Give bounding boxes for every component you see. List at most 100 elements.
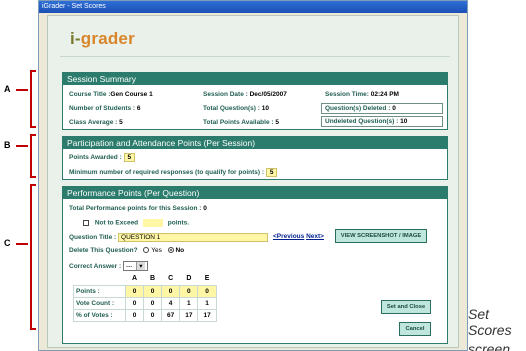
session-date-field: Session Date : Dec/05/2007 <box>203 91 287 98</box>
class-average-value: 5 <box>119 119 123 126</box>
answer-grid: A B C D E Points : 0 0 0 0 0 Vote Count … <box>73 273 217 322</box>
caption-line-2: screen <box>468 341 511 351</box>
divider <box>60 56 450 57</box>
undeleted-label: Undeleted Question(s) : <box>325 118 399 125</box>
points-input[interactable]: 0 <box>179 284 199 298</box>
annotation-b-pointer <box>16 145 28 147</box>
participation-section: Participation and Attendance Points (Per… <box>62 136 448 180</box>
percent-votes-cell: 0 <box>143 308 162 322</box>
set-and-close-button[interactable]: Set and Close <box>381 300 431 314</box>
total-points-value: 5 <box>275 119 279 126</box>
total-performance-value: 0 <box>203 205 207 212</box>
total-questions-label: Total Question(s) : <box>203 105 260 112</box>
delete-question-field: Delete This Question? Yes No <box>69 247 184 254</box>
percent-votes-cell: 67 <box>160 308 181 322</box>
grid-col-header: B <box>149 275 156 283</box>
course-title-field: Course Title :Gen Course 1 <box>69 91 153 98</box>
igrader-logo: i-grader <box>70 29 135 49</box>
vote-count-cell: 0 <box>125 296 144 310</box>
question-title-input[interactable]: QUESTION 1 <box>118 233 269 242</box>
annotation-a: A <box>4 84 11 94</box>
points-awarded-field: Points Awarded : 5 <box>69 153 136 162</box>
no-label: No <box>175 247 185 254</box>
cancel-button[interactable]: Cancel <box>399 322 431 336</box>
num-students-field: Number of Students : 6 <box>69 105 141 112</box>
performance-heading: Performance Points (Per Question) <box>63 187 447 199</box>
vote-count-cell: 1 <box>197 296 217 310</box>
question-title-field: Question Title : QUESTION 1 <box>69 233 269 242</box>
performance-section: Performance Points (Per Question) Total … <box>62 186 448 344</box>
yes-label: Yes <box>151 247 162 254</box>
annotation-c-bracket <box>30 184 36 330</box>
caption: Set Scores screen <box>468 306 526 351</box>
view-screenshot-button[interactable]: VIEW SCREENSHOT / IMAGE <box>335 229 427 243</box>
caption-line-1: Set Scores <box>468 306 512 338</box>
points-awarded-label: Points Awarded : <box>69 154 122 161</box>
grid-col-header: E <box>204 275 210 283</box>
undeleted-value: 10 <box>400 118 408 125</box>
points-input[interactable]: 0 <box>125 284 144 298</box>
session-summary-section: Session Summary Course Title :Gen Course… <box>62 72 448 130</box>
correct-answer-label: Correct Answer : <box>69 263 122 270</box>
total-performance-field: Total Performance points for this Sessio… <box>69 205 207 212</box>
window-titlebar: iGrader - Set Scores <box>39 1 467 13</box>
grid-header-row: A B C D E <box>74 273 217 285</box>
session-time-label: Session Time: <box>325 91 369 98</box>
min-responses-label: Minimum number of required responses (to… <box>69 169 265 176</box>
delete-question-label: Delete This Question? <box>69 247 138 254</box>
points-suffix: points. <box>167 219 190 227</box>
points-input[interactable]: 0 <box>160 284 181 298</box>
total-questions-value: 10 <box>261 105 269 112</box>
session-time-value: 02:24 PM <box>370 91 399 98</box>
total-questions-field: Total Question(s) : 10 <box>203 105 269 112</box>
previous-link[interactable]: <Previous <box>273 233 304 240</box>
window-title: iGrader - Set Scores <box>42 3 106 10</box>
min-responses-input[interactable]: 5 <box>265 168 278 177</box>
vote-count-cell: 0 <box>143 296 162 310</box>
percent-votes-cell: 0 <box>125 308 144 322</box>
correct-answer-select[interactable]: --- ▾ <box>122 261 148 271</box>
questions-deleted-field: Question(s) Deleted : 0 <box>321 103 443 114</box>
class-average-label: Class Average : <box>69 119 118 126</box>
vote-count-cell: 1 <box>179 296 199 310</box>
percent-votes-cell: 17 <box>197 308 217 322</box>
points-row-label: Points : <box>73 284 126 298</box>
vote-count-row: Vote Count : 0 0 4 1 1 <box>73 296 217 310</box>
annotation-c: C <box>4 238 11 248</box>
grid-corner <box>74 273 126 285</box>
points-awarded-input[interactable]: 5 <box>123 153 136 162</box>
undeleted-questions-field: Undeleted Question(s) : 10 <box>321 116 443 127</box>
session-time-field: Session Time: 02:24 PM <box>325 91 399 98</box>
logo-name: grader <box>80 29 135 48</box>
min-responses-field: Minimum number of required responses (to… <box>69 168 278 177</box>
total-points-field: Total Points Available : 5 <box>203 119 279 126</box>
points-input[interactable]: 0 <box>143 284 162 298</box>
percent-votes-row-label: % of Votes : <box>73 308 126 322</box>
correct-answer-value: --- <box>125 263 133 270</box>
correct-answer-field: Correct Answer : --- ▾ <box>69 261 148 271</box>
total-points-label: Total Points Available : <box>203 119 274 126</box>
next-link[interactable]: Next> <box>306 233 324 240</box>
chevron-down-icon: ▾ <box>136 262 145 270</box>
not-exceed-input[interactable] <box>142 219 163 227</box>
not-exceed-checkbox[interactable] <box>83 220 89 226</box>
session-date-label: Session Date : <box>203 91 248 98</box>
not-exceed-label: Not to Exceed <box>94 219 139 227</box>
participation-heading: Participation and Attendance Points (Per… <box>63 137 447 149</box>
logo-prefix: i- <box>70 29 81 48</box>
annotation-c-pointer <box>16 243 28 245</box>
annotation-a-pointer <box>16 89 28 91</box>
grid-col-header: D <box>186 275 192 283</box>
session-summary-heading: Session Summary <box>63 73 447 85</box>
grid-col-header: C <box>168 275 174 283</box>
vote-count-row-label: Vote Count : <box>73 296 126 310</box>
num-students-value: 6 <box>136 105 141 112</box>
num-students-label: Number of Students : <box>69 105 136 112</box>
points-input[interactable]: 0 <box>197 284 217 298</box>
questions-deleted-value: 0 <box>392 105 396 112</box>
course-title-value: Gen Course 1 <box>110 91 153 98</box>
no-radio-icon[interactable] <box>167 247 174 254</box>
yes-radio-icon[interactable] <box>143 247 150 254</box>
total-performance-label: Total Performance points for this Sessio… <box>69 205 202 212</box>
question-title-label: Question Title : <box>69 234 117 241</box>
